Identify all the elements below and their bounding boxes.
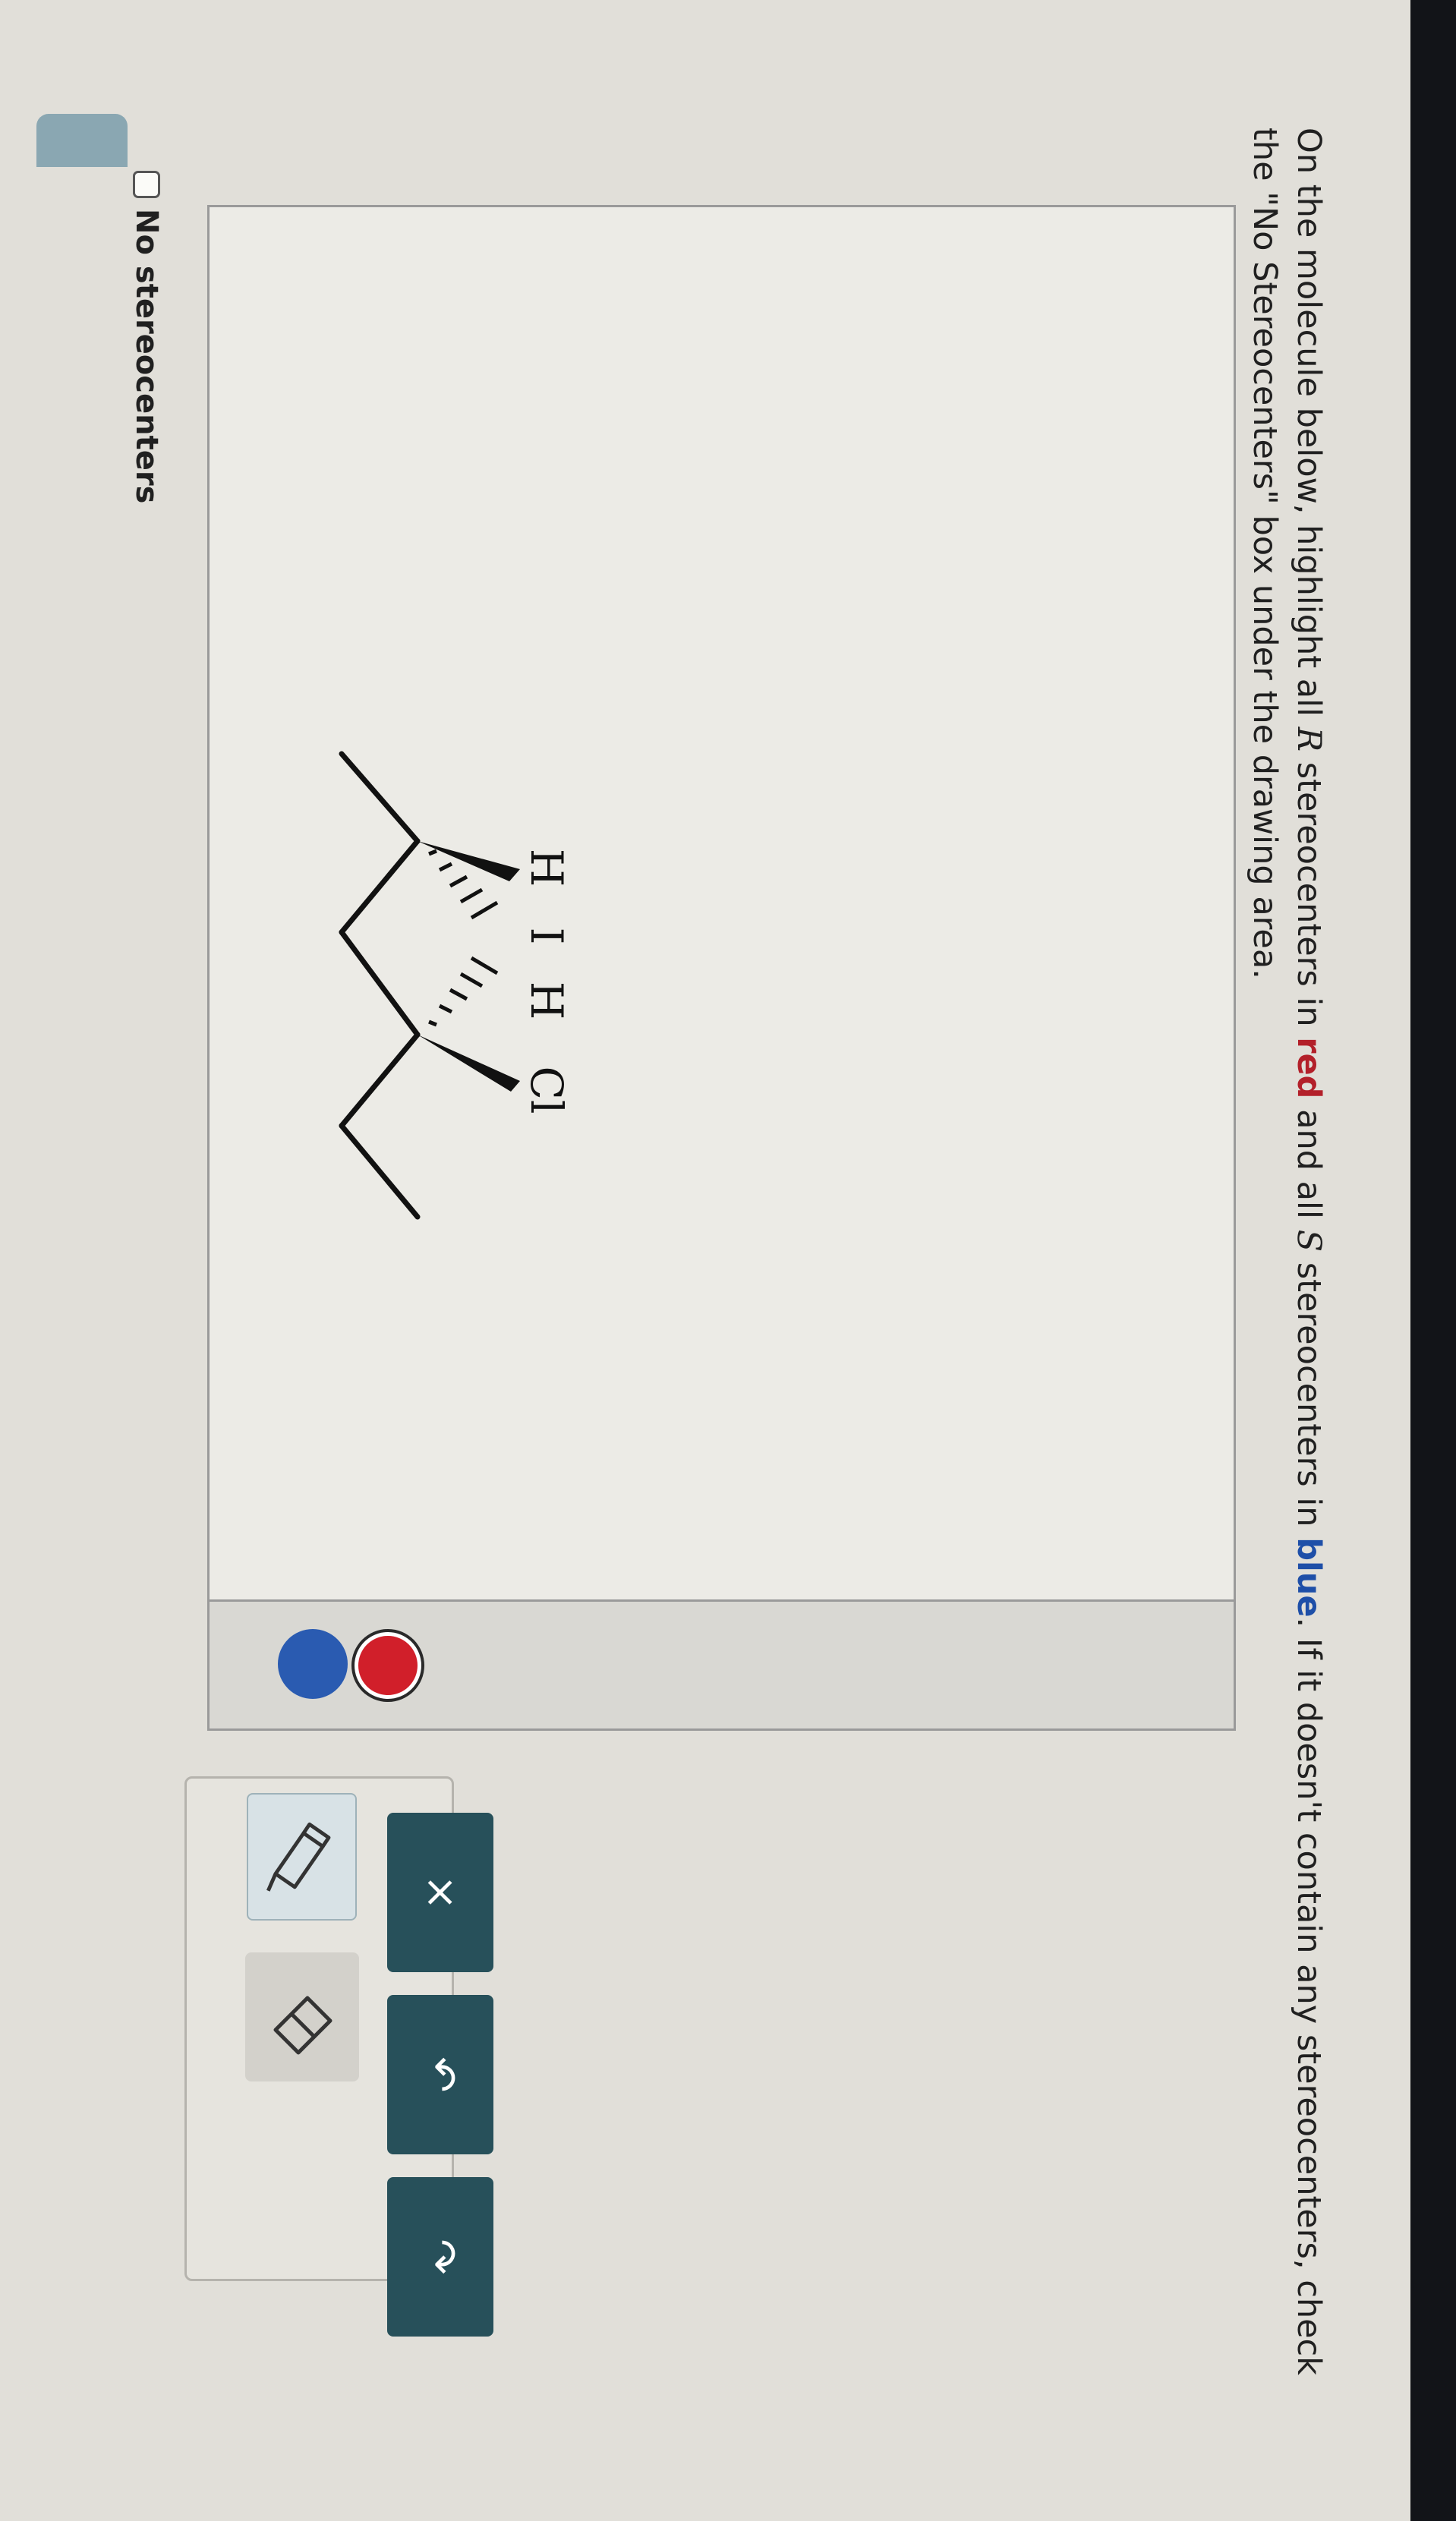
bond-c2-c3 (339, 838, 421, 935)
instruction-text: stereocenters in (1290, 752, 1328, 1038)
instructions: On the molecule below, highlight all R s… (1243, 128, 1331, 2405)
blue-color-button[interactable] (278, 1629, 348, 1699)
clear-button[interactable]: × (387, 1813, 493, 1972)
bond-c3-c4 (339, 929, 421, 1038)
red-word: red (1290, 1037, 1328, 1099)
undo-icon: ↶ (416, 2056, 465, 2093)
eraser-icon (273, 1996, 332, 2055)
atom-label: Cl (521, 1067, 572, 1114)
instruction-text: On the molecule below, highlight all (1290, 128, 1328, 727)
bond-c4-c5 (339, 1032, 421, 1129)
eraser-tool-button[interactable] (245, 1952, 359, 2081)
atom-label: H (521, 982, 572, 1020)
undo-button[interactable]: ↶ (387, 1995, 493, 2154)
instruction-text: stereocenters in (1290, 1252, 1328, 1538)
no-stereocenters-checkbox[interactable] (133, 171, 160, 198)
r-symbol: R (1290, 726, 1328, 752)
highlighter-tool-button[interactable] (247, 1793, 357, 1921)
back-tab[interactable] (36, 114, 128, 167)
redo-icon: ↷ (416, 2239, 465, 2275)
no-stereocenters-option[interactable]: No stereocenters (124, 171, 169, 503)
no-stereocenters-label: No stereocenters (129, 209, 164, 504)
close-icon: × (416, 1874, 465, 1911)
s-symbol: S (1290, 1229, 1328, 1253)
red-color-button[interactable] (355, 1632, 421, 1699)
drawing-area[interactable]: H I H Cl (207, 205, 1236, 1602)
bond-c5-c6 (339, 1123, 421, 1220)
atom-label: I (521, 928, 572, 945)
atom-label: H (521, 849, 572, 887)
screen: On the molecule below, highlight all R s… (0, 0, 1456, 2521)
highlighter-icon (266, 1822, 331, 1892)
blue-word: blue (1290, 1537, 1328, 1618)
wedge-bond-h1 (418, 841, 520, 881)
wedge-bond-cl (418, 1035, 520, 1092)
bond-methyl (339, 751, 421, 844)
page: On the molecule below, highlight all R s… (0, 0, 1456, 2521)
dash-bond-h2 (428, 956, 499, 1027)
instruction-text: and all (1290, 1098, 1328, 1230)
redo-button[interactable]: ↷ (387, 2177, 493, 2337)
molecule-drawing[interactable]: H I H Cl (205, 207, 1234, 1604)
